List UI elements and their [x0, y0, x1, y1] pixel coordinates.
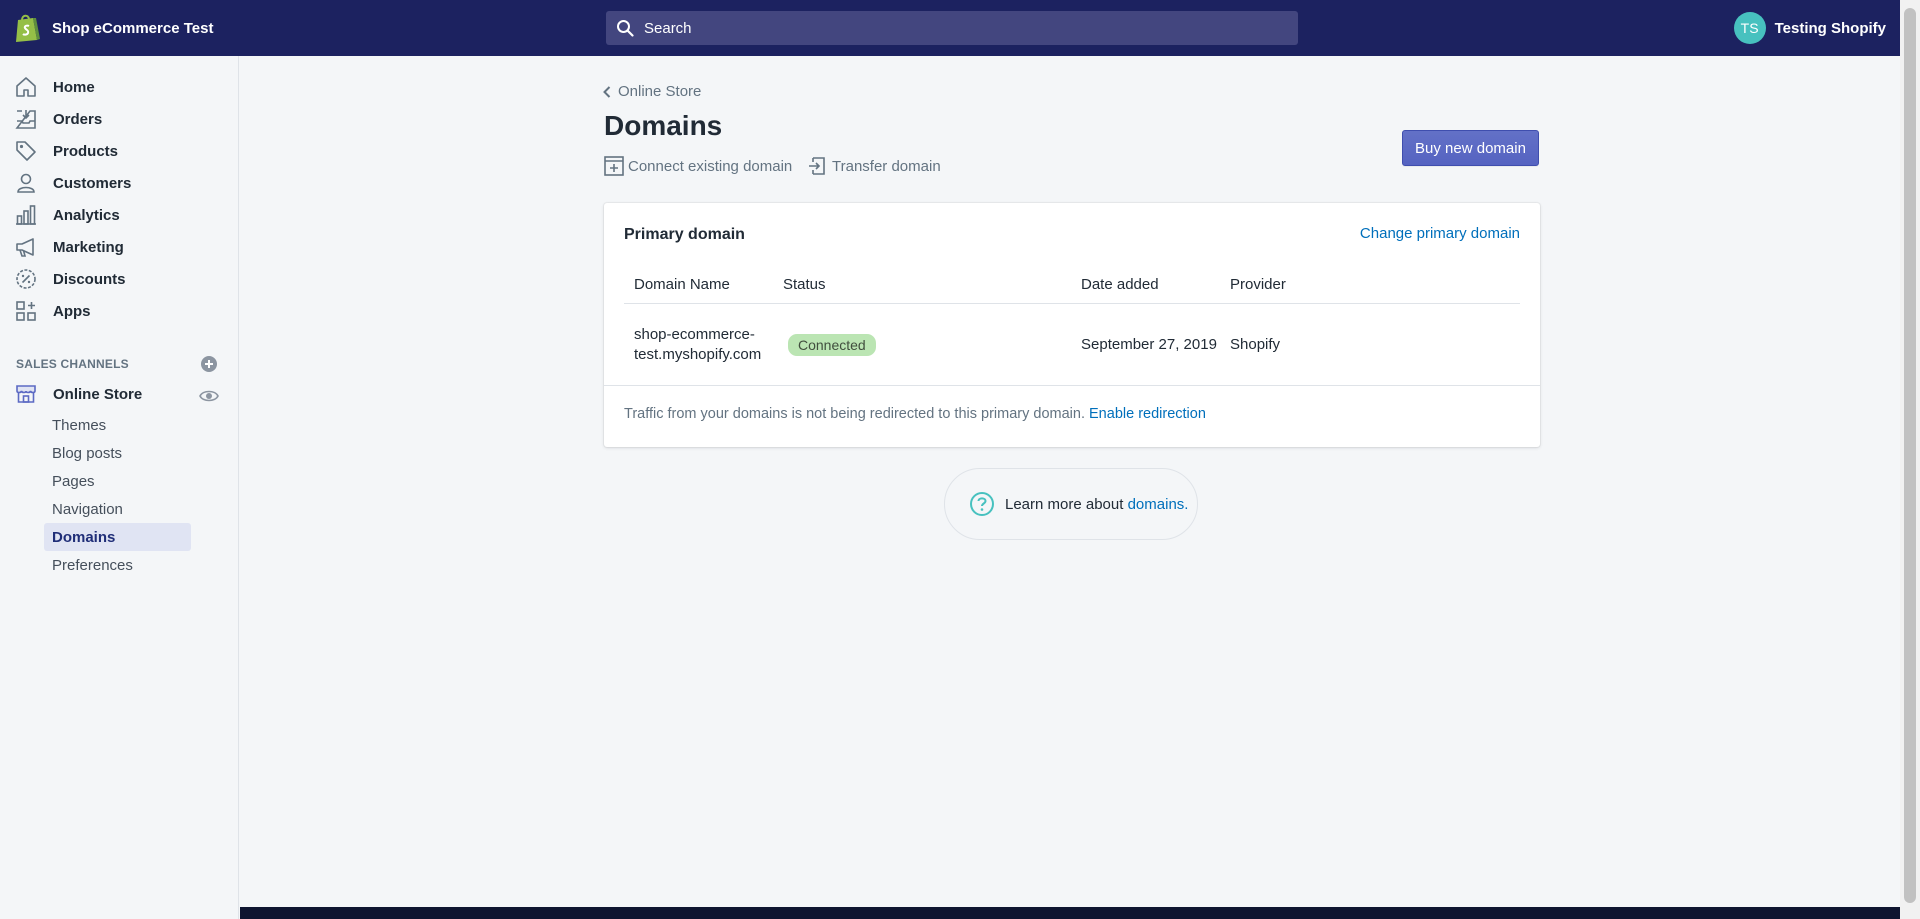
sidebar-item-label: Analytics [53, 206, 120, 224]
sidebar-item-label: Products [53, 142, 119, 160]
apps-icon [14, 299, 38, 323]
page-title: Domains [604, 110, 723, 141]
primary-domain-card: Primary domain Change primary domain Dom… [604, 203, 1540, 447]
search-icon [616, 19, 634, 37]
user-menu[interactable]: TS Testing Shopify [1733, 12, 1886, 44]
sidebar-item-label: Apps [53, 302, 91, 320]
connect-existing-domain-label: Connect existing domain [628, 157, 793, 175]
tag-icon [14, 139, 38, 163]
page-scrollbar[interactable] [1900, 0, 1920, 919]
column-header-provider: Provider [1230, 276, 1286, 293]
connect-existing-domain-action[interactable]: Connect existing domain [604, 156, 792, 176]
redirection-notice: Traffic from your domains is not being r… [624, 406, 1206, 422]
bar-chart-icon [14, 203, 38, 227]
sidebar-item-label: Online Store [53, 385, 143, 403]
store-icon [14, 382, 38, 406]
date-added-cell: September 27, 2019 [1081, 336, 1217, 353]
enable-redirection-link[interactable]: Enable redirection [1089, 406, 1206, 422]
transfer-domain-label: Transfer domain [832, 157, 941, 175]
help-text: Learn more about domains. [1005, 496, 1188, 513]
user-name: Testing Shopify [1774, 19, 1886, 37]
provider-cell: Shopify [1230, 336, 1281, 353]
store-switcher[interactable]: Shop eCommerce Test [14, 13, 213, 43]
domain-name-cell: shop-ecommerce- test.myshopify.com [634, 325, 761, 365]
scrollbar-thumb[interactable] [1904, 8, 1916, 903]
bottom-bar [240, 907, 1900, 919]
sidebar-sub-item-themes[interactable]: Themes [44, 411, 191, 439]
sidebar-sub-item-pages[interactable]: Pages [44, 467, 191, 495]
card-section-divider [604, 385, 1540, 386]
help-footer: Learn more about domains. [944, 468, 1198, 540]
sidebar-item-analytics[interactable]: Analytics [14, 200, 120, 230]
help-text-label: Learn more about [1005, 495, 1124, 513]
sidebar-item-orders[interactable]: Orders [14, 104, 102, 134]
sidebar-item-apps[interactable]: Apps [14, 296, 91, 326]
sales-channels-heading: SALES CHANNELS [16, 357, 129, 371]
column-header-status: Status [783, 276, 826, 293]
megaphone-icon [14, 235, 38, 259]
question-circle-icon [969, 491, 995, 517]
buy-new-domain-button[interactable]: Buy new domain [1402, 130, 1539, 166]
status-badge: Connected [786, 332, 878, 358]
card-title: Primary domain [624, 226, 745, 243]
sidebar-item-home[interactable]: Home [14, 72, 95, 102]
sidebar-item-label: Home [53, 78, 95, 96]
table-header-divider [624, 303, 1520, 304]
change-primary-domain-link[interactable]: Change primary domain [1360, 225, 1520, 242]
top-bar: Shop eCommerce Test TS Testing Shopify [0, 0, 1900, 56]
search-bar[interactable] [606, 11, 1298, 45]
sidebar-item-marketing[interactable]: Marketing [14, 232, 124, 262]
sidebar-item-customers[interactable]: Customers [14, 168, 131, 198]
add-box-icon [604, 156, 624, 176]
sidebar-item-label: Customers [53, 174, 132, 192]
home-icon [14, 75, 38, 99]
sidebar: Home Orders Products Customers Analytics… [0, 56, 239, 919]
domain-name-line: shop-ecommerce- [634, 326, 755, 343]
column-header-date-added: Date added [1081, 276, 1159, 293]
domain-name-line: test.myshopify.com [634, 346, 762, 363]
redirection-notice-text: Traffic from your domains is not being r… [624, 406, 1085, 422]
transfer-domain-action[interactable]: Transfer domain [808, 156, 941, 176]
shopify-logo-icon [14, 13, 40, 43]
avatar: TS [1733, 12, 1766, 44]
sidebar-item-label: Discounts [53, 270, 126, 288]
add-sales-channel-icon[interactable] [200, 355, 218, 373]
transfer-icon [808, 156, 828, 176]
sidebar-item-discounts[interactable]: Discounts [14, 264, 126, 294]
search-input[interactable] [642, 18, 1246, 38]
column-header-domain-name: Domain Name [634, 276, 730, 293]
sidebar-item-products[interactable]: Products [14, 136, 118, 166]
discount-icon [14, 267, 38, 291]
learn-more-domains-link[interactable]: domains. [1128, 496, 1189, 513]
sidebar-sub-item-domains[interactable]: Domains [44, 523, 191, 551]
sidebar-item-label: Marketing [53, 238, 124, 256]
chevron-left-icon [602, 85, 612, 99]
person-icon [14, 171, 38, 195]
sidebar-sub-item-blog-posts[interactable]: Blog posts [44, 439, 191, 467]
eye-icon[interactable] [199, 388, 219, 404]
breadcrumb[interactable]: Online Store [602, 83, 701, 100]
breadcrumb-label: Online Store [618, 83, 702, 100]
sidebar-item-online-store[interactable]: Online Store [14, 379, 142, 409]
sidebar-sub-item-navigation[interactable]: Navigation [44, 495, 191, 523]
orders-icon [14, 107, 38, 131]
sidebar-item-label: Orders [53, 110, 103, 128]
sidebar-sub-item-preferences[interactable]: Preferences [44, 551, 191, 579]
store-name: Shop eCommerce Test [52, 19, 214, 37]
